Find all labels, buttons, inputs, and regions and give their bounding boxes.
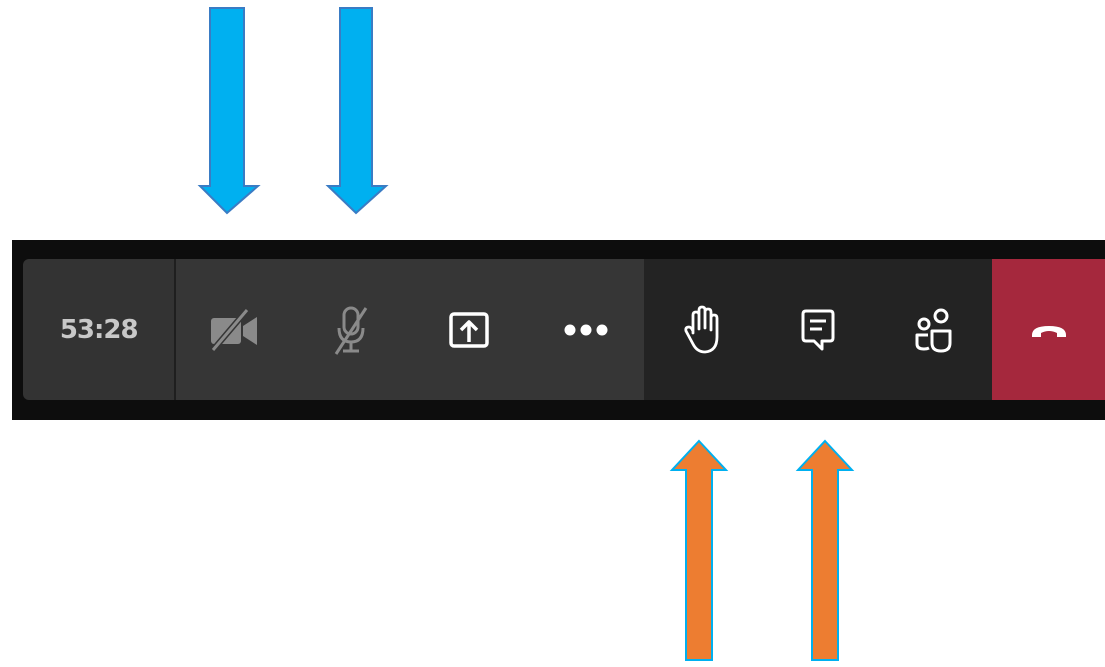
annotation-arrow-up-raise-hand [669, 439, 729, 661]
annotation-arrow-up-chat [795, 439, 855, 661]
more-dots-icon [564, 324, 608, 335]
share-screen-button[interactable] [410, 259, 527, 400]
screenshot-stage: 53:28 [0, 0, 1105, 667]
meeting-panels-group [644, 259, 993, 400]
call-timer: 53:28 [23, 259, 177, 400]
chat-icon [801, 309, 835, 350]
meeting-toolbar: 53:28 [23, 259, 1105, 400]
show-conversation-button[interactable] [760, 259, 876, 400]
more-actions-button[interactable] [527, 259, 644, 400]
show-participants-button[interactable] [876, 259, 992, 400]
camera-toggle-button[interactable] [176, 259, 293, 400]
hang-up-icon [1031, 325, 1066, 337]
raise-hand-icon [684, 305, 719, 353]
participants-icon [915, 308, 952, 352]
raise-hand-button[interactable] [644, 259, 760, 400]
mic-off-icon [334, 306, 368, 355]
camera-off-icon [210, 307, 257, 352]
annotation-arrow-down-mic [325, 7, 389, 215]
leave-call-button[interactable] [992, 259, 1105, 400]
share-tray-icon [449, 311, 489, 348]
mic-toggle-button[interactable] [293, 259, 410, 400]
annotation-arrow-down-camera [197, 7, 261, 215]
media-controls-group [176, 259, 645, 400]
